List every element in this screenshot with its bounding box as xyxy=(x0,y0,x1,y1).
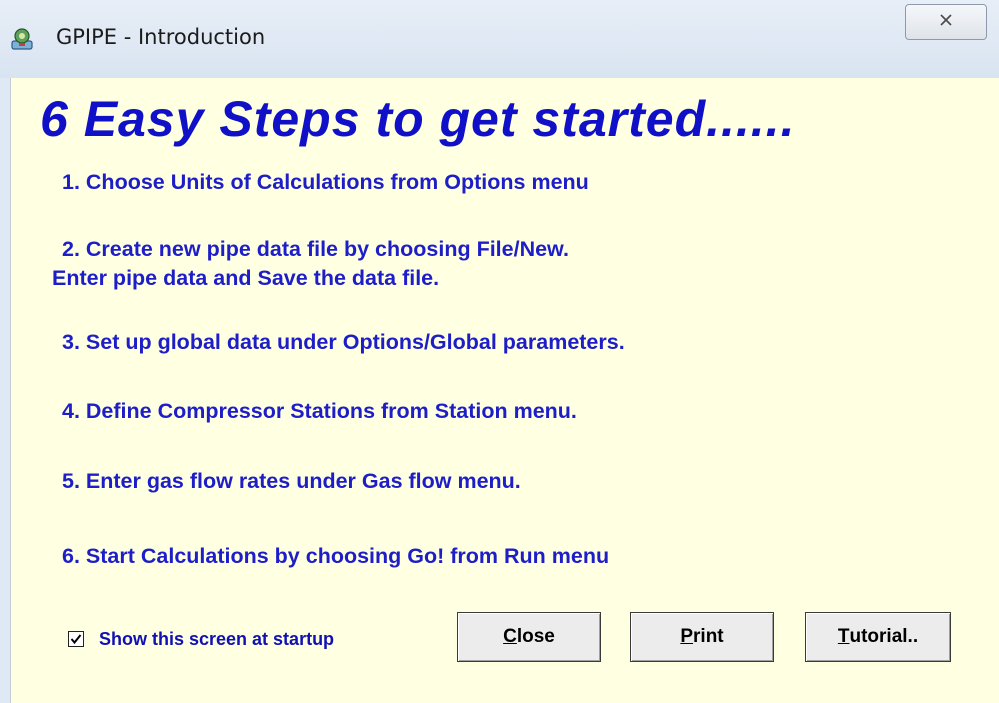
page-heading: 6 Easy Steps to get started...... xyxy=(40,91,796,147)
step-2: 2. Create new pipe data file by choosing… xyxy=(52,235,569,293)
close-button-mnemonic: C xyxy=(503,626,517,647)
step-2-line-2: Enter pipe data and Save the data file. xyxy=(52,266,440,290)
print-button-mnemonic: P xyxy=(680,626,694,647)
startup-checkbox-label[interactable]: Show this screen at startup xyxy=(99,629,334,650)
close-icon xyxy=(939,13,953,32)
step-6: 6. Start Calculations by choosing Go! fr… xyxy=(62,544,610,568)
print-button-label: rint xyxy=(693,626,724,647)
tutorial-button-mnemonic: T xyxy=(837,626,850,647)
step-5: 5. Enter gas flow rates under Gas flow m… xyxy=(62,469,521,493)
window-title: GPIPE - Introduction xyxy=(56,25,266,49)
startup-checkbox[interactable] xyxy=(68,631,84,647)
close-button[interactable]: Close xyxy=(457,612,601,662)
intro-dialog: GPIPE - Introduction 6 Easy Steps to get… xyxy=(0,0,999,703)
close-button-label: lose xyxy=(516,626,555,647)
print-button[interactable]: Print xyxy=(630,612,774,662)
window-close-button[interactable] xyxy=(905,4,987,40)
step-4: 4. Define Compressor Stations from Stati… xyxy=(62,399,577,423)
title-bar: GPIPE - Introduction xyxy=(0,0,999,78)
step-2-line-1: 2. Create new pipe data file by choosing… xyxy=(62,237,569,261)
step-3: 3. Set up global data under Options/Glob… xyxy=(62,330,625,354)
tutorial-button[interactable]: Tutorial.. xyxy=(805,612,951,662)
tutorial-button-label: utorial.. xyxy=(849,626,919,647)
step-1: 1. Choose Units of Calculations from Opt… xyxy=(62,170,589,194)
startup-checkbox-row[interactable]: Show this screen at startup xyxy=(68,625,334,653)
gpipe-app-icon xyxy=(9,26,35,52)
checkmark-icon xyxy=(70,634,82,645)
